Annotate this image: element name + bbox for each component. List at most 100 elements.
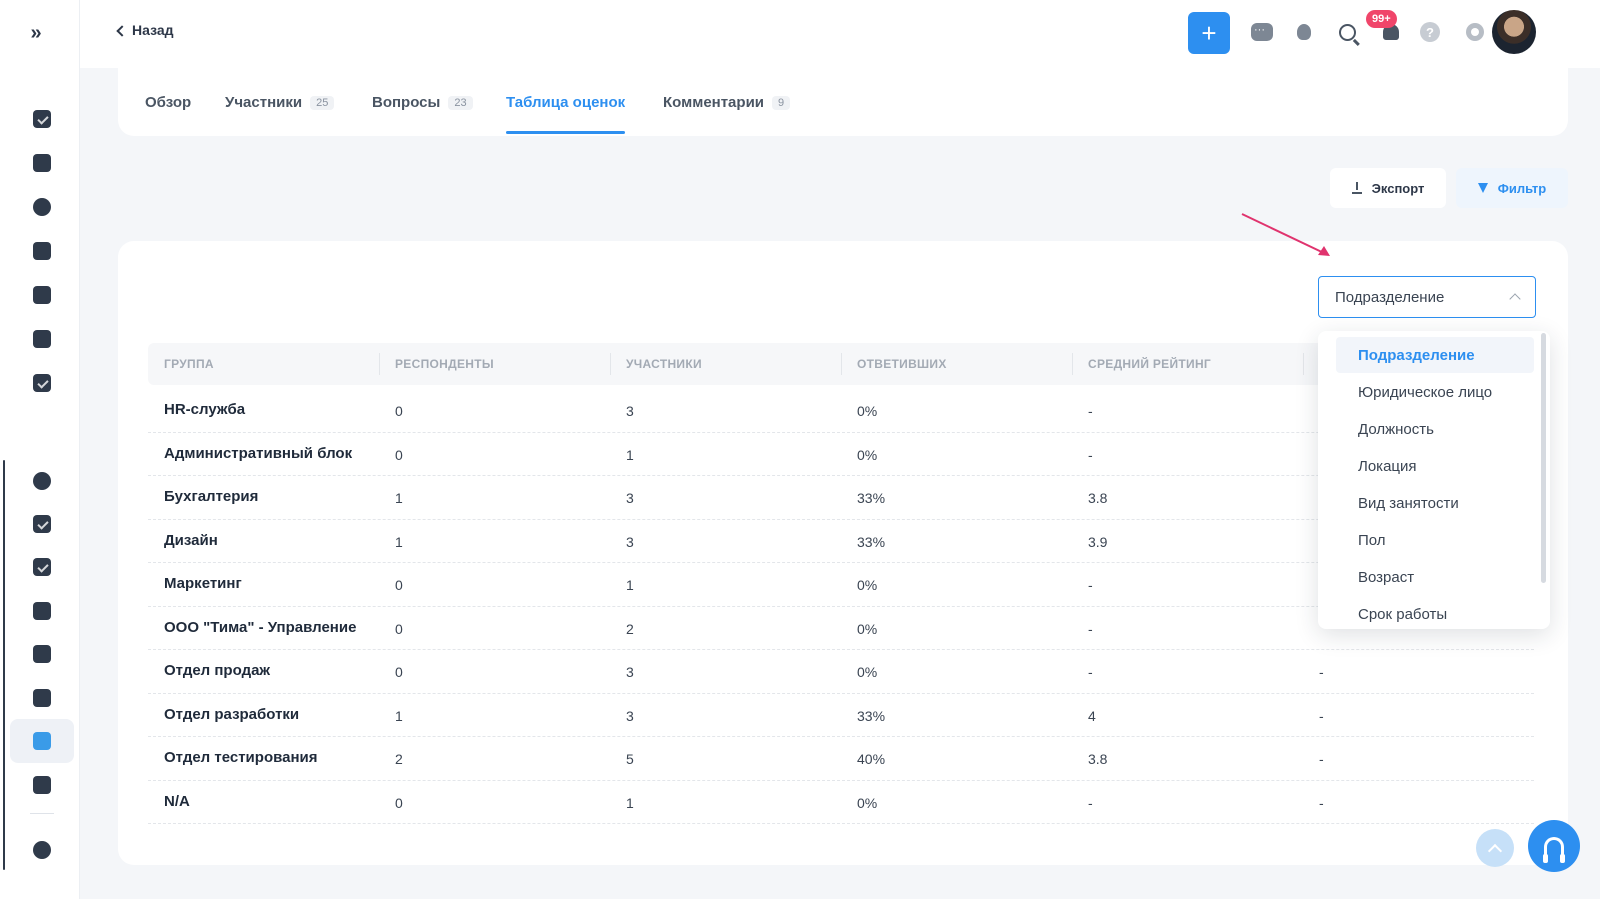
answered-cell: 40% [857, 751, 886, 767]
sidebar-item-settings[interactable] [10, 828, 74, 872]
rating-cell: 3.8 [1088, 751, 1108, 767]
extra-cell: - [1319, 751, 1324, 767]
table-row[interactable]: N/A 0 1 0% - - [148, 781, 1534, 824]
sidebar-item-security[interactable] [10, 502, 74, 546]
filter-button[interactable]: Фильтр [1456, 168, 1568, 208]
sidebar-item-analytics[interactable] [10, 141, 74, 185]
dropdown-option[interactable]: Локация [1336, 448, 1534, 484]
support-button[interactable] [1528, 820, 1580, 872]
respondents-cell: 1 [395, 490, 403, 506]
participants-cell: 3 [626, 403, 634, 419]
group-cell: N/A [164, 792, 190, 810]
tab-questions[interactable]: Вопросы 23 [372, 94, 473, 134]
dropdown-scrollbar[interactable] [1541, 333, 1546, 583]
sidebar-item-profiles[interactable] [10, 589, 74, 633]
participants-cell: 3 [626, 533, 634, 550]
tab-scores-table[interactable]: Таблица оценок [506, 94, 626, 134]
sidebar-item-surveys[interactable] [10, 719, 74, 763]
document-icon [33, 732, 51, 750]
dropdown-option[interactable]: Вид занятости [1336, 485, 1534, 521]
tab-label: Участники [225, 94, 303, 111]
sidebar-item-apps[interactable] [10, 676, 74, 720]
tab-label: Вопросы [372, 94, 441, 111]
tab-comments[interactable]: Комментарии 9 [663, 94, 791, 134]
search-button[interactable] [1335, 20, 1359, 44]
column-divider [379, 353, 380, 375]
sidebar-item-career[interactable] [10, 545, 74, 589]
table-row[interactable]: Отдел тестирования 2 5 40% 3.8 - [148, 737, 1534, 781]
rating-cell: - [1088, 403, 1093, 419]
sidebar-item-access[interactable] [10, 632, 74, 676]
avatar[interactable] [1492, 10, 1536, 54]
column-header: ГРУППА [164, 357, 214, 371]
ideas-button[interactable] [1292, 20, 1316, 44]
column-header: РЕСПОНДЕНТЫ [395, 357, 494, 371]
respondents-cell: 0 [395, 577, 403, 593]
group-cell: Отдел тестирования [164, 749, 318, 766]
dropdown-option[interactable]: Должность [1336, 411, 1534, 447]
dropdown-option[interactable]: Юридическое лицо [1336, 374, 1534, 410]
answered-cell: 0% [857, 794, 878, 811]
respondents-cell: 0 [395, 446, 403, 463]
respondents-cell: 1 [395, 707, 403, 724]
table-row[interactable]: Отдел продаж 0 3 0% - - [148, 650, 1534, 694]
help-icon: ? [1420, 22, 1440, 42]
rating-cell: - [1088, 577, 1093, 593]
table-row[interactable]: Отдел разработки 1 3 33% 4 - [148, 694, 1534, 737]
chevron-up-icon [1509, 293, 1521, 305]
tab-count: 23 [448, 96, 473, 110]
gear-icon [1466, 23, 1484, 41]
rating-cell: 3.9 [1088, 533, 1108, 550]
participants-cell: 2 [626, 620, 634, 637]
participants-cell: 1 [626, 794, 634, 811]
export-button[interactable]: Экспорт [1330, 168, 1446, 208]
chevron-left-icon [116, 24, 128, 37]
sidebar-item-ideas[interactable] [10, 185, 74, 229]
grouping-select-value: Подразделение [1335, 288, 1445, 306]
apps-add-icon [33, 689, 51, 707]
participants-cell: 1 [626, 577, 634, 593]
group-cell: Административный блок [164, 444, 353, 462]
briefcase-icon [33, 330, 51, 348]
group-cell: ООО "Тима" - Управление [164, 618, 357, 636]
grouping-select[interactable]: Подразделение [1318, 276, 1536, 318]
clipboard-check-icon [33, 374, 51, 392]
sidebar-divider [30, 813, 54, 814]
respondents-cell: 2 [395, 751, 403, 767]
dropdown-option[interactable]: Возраст [1336, 559, 1534, 595]
participants-cell: 5 [626, 751, 634, 767]
sidebar-item-team[interactable] [10, 459, 74, 503]
annotation-arrow [1241, 213, 1330, 256]
answered-cell: 0% [857, 446, 878, 463]
rating-cell: - [1088, 664, 1093, 680]
tab-overview[interactable]: Обзор [145, 94, 191, 134]
sidebar-item-checks[interactable] [10, 361, 74, 405]
group-cell: Дизайн [164, 531, 218, 549]
help-button[interactable]: ? [1418, 20, 1442, 44]
dropdown-option[interactable]: Пол [1336, 522, 1534, 558]
download-icon [1351, 182, 1362, 194]
dropdown-option[interactable]: Подразделение [1336, 337, 1534, 373]
add-button[interactable]: + [1188, 12, 1230, 54]
sidebar-item-jobs[interactable] [10, 317, 74, 361]
sidebar-item-billing[interactable] [10, 763, 74, 807]
sidebar-item-inbox[interactable] [10, 273, 74, 317]
chat-button[interactable] [1250, 20, 1274, 44]
column-divider [1303, 353, 1304, 375]
tab-count: 9 [772, 96, 791, 110]
tab-label: Таблица оценок [506, 94, 626, 111]
sidebar-item-tasks[interactable] [10, 97, 74, 141]
settings-button[interactable] [1463, 20, 1487, 44]
scroll-top-button[interactable] [1476, 829, 1514, 867]
expand-sidebar-icon[interactable]: » [24, 22, 48, 44]
tab-participants[interactable]: Участники 25 [225, 94, 335, 134]
search-icon [1338, 23, 1356, 41]
respondents-cell: 0 [395, 620, 403, 637]
top-header: Назад + 99+ ? [80, 0, 1600, 68]
column-header: УЧАСТНИКИ [626, 357, 702, 371]
filter-label: Фильтр [1497, 180, 1547, 196]
tabs-bar: Обзор Участники 25 Вопросы 23 Таблица оц… [118, 68, 1568, 136]
back-link[interactable]: Назад [116, 22, 174, 38]
dropdown-option[interactable]: Срок работы [1336, 596, 1534, 629]
sidebar-item-badges[interactable] [10, 229, 74, 273]
